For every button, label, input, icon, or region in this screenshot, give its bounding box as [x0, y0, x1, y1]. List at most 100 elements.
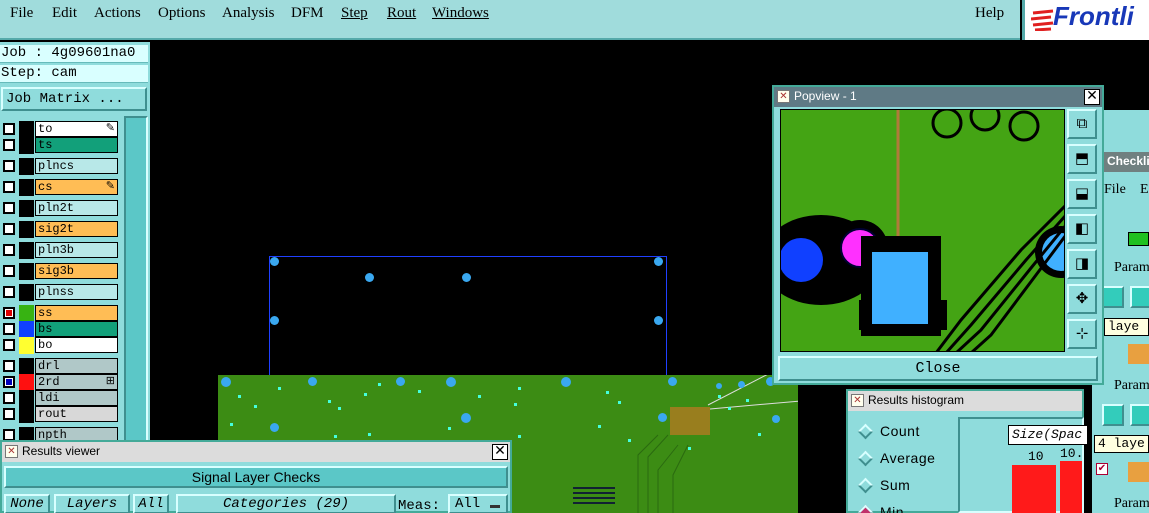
layer-color-swatch[interactable]: [19, 406, 34, 423]
run-all-icon-2[interactable]: [1130, 404, 1149, 426]
menu-options[interactable]: Options: [158, 5, 206, 22]
layer-color-swatch[interactable]: [19, 337, 34, 354]
pan-down-icon[interactable]: ⬓: [1067, 179, 1097, 209]
radio-count[interactable]: [857, 423, 874, 440]
run-all-icon[interactable]: [1130, 286, 1149, 308]
option-count[interactable]: Count: [856, 421, 920, 443]
check-mark-icon[interactable]: ✔: [1096, 463, 1108, 475]
menu-dfm[interactable]: DFM: [291, 5, 324, 22]
layer-row-drl[interactable]: drl: [0, 358, 122, 375]
settings-icon-2[interactable]: [1128, 462, 1149, 482]
menu-rout[interactable]: Rout: [387, 5, 416, 22]
layer-color-swatch[interactable]: [19, 158, 34, 175]
zoom-fit-icon[interactable]: ⧉: [1067, 109, 1097, 139]
layer-name[interactable]: pln2t: [35, 200, 118, 216]
run-icon-2[interactable]: [1102, 404, 1124, 426]
checklist-layer-1[interactable]: laye: [1104, 318, 1149, 336]
zoom-out-icon[interactable]: ⊹: [1067, 319, 1097, 349]
checklist-layer-2[interactable]: 4 laye: [1094, 435, 1149, 453]
radio-sum[interactable]: [857, 477, 874, 494]
checklist-menu-e[interactable]: E: [1140, 182, 1149, 198]
layer-name[interactable]: to ✎: [35, 121, 118, 137]
layer-color-swatch[interactable]: [19, 390, 34, 407]
option-min[interactable]: Min: [856, 502, 904, 513]
layer-checkbox[interactable]: [3, 181, 15, 193]
layer-name[interactable]: drl: [35, 358, 118, 374]
popview-close-button[interactable]: Close: [778, 356, 1098, 381]
job-matrix-button[interactable]: Job Matrix ...: [1, 87, 147, 111]
layer-checkbox[interactable]: [3, 160, 15, 172]
zoom-in-icon[interactable]: ✥: [1067, 284, 1097, 314]
pan-right-icon[interactable]: ◨: [1067, 249, 1097, 279]
categories-button[interactable]: Categories (29): [176, 494, 396, 513]
layer-color-swatch[interactable]: [19, 121, 34, 138]
histogram-bar-2[interactable]: [1060, 461, 1082, 513]
layer-row-pln2t[interactable]: pln2t: [0, 200, 122, 217]
layer-row-ts[interactable]: ts: [0, 137, 122, 154]
pan-up-icon[interactable]: ⬒: [1067, 144, 1097, 174]
layer-row-bo[interactable]: bo: [0, 337, 122, 354]
layer-name[interactable]: sig2t: [35, 221, 118, 237]
layer-name[interactable]: ldi: [35, 390, 118, 406]
layer-color-swatch[interactable]: [19, 242, 34, 259]
popview-titlebar[interactable]: ✕ Popview - 1: [774, 87, 1102, 107]
layer-color-swatch[interactable]: [19, 137, 34, 154]
layer-row-2rd[interactable]: 2rd ⊞: [0, 374, 122, 391]
layer-color-swatch[interactable]: [19, 263, 34, 280]
layer-checkbox[interactable]: [3, 286, 15, 298]
layer-color-swatch[interactable]: [19, 284, 34, 301]
menu-step[interactable]: Step: [341, 5, 368, 22]
option-average[interactable]: Average: [856, 448, 935, 470]
layer-row-sig2t[interactable]: sig2t: [0, 221, 122, 238]
pan-left-icon[interactable]: ◧: [1067, 214, 1097, 244]
layer-row-pln3b[interactable]: pln3b: [0, 242, 122, 259]
layer-checkbox[interactable]: [3, 408, 15, 420]
menu-windows[interactable]: Windows: [432, 5, 489, 22]
layer-row-ldi[interactable]: ldi: [0, 390, 122, 407]
layer-checkbox[interactable]: [3, 265, 15, 277]
layer-name[interactable]: bs: [35, 321, 118, 337]
layer-name[interactable]: ss: [35, 305, 118, 321]
layer-name[interactable]: ts: [35, 137, 118, 153]
layer-row-ss[interactable]: ss: [0, 305, 122, 322]
menu-actions[interactable]: Actions: [94, 5, 141, 22]
menu-help[interactable]: Help: [975, 5, 1004, 22]
layer-row-cs[interactable]: cs ✎: [0, 179, 122, 196]
layer-color-swatch[interactable]: [19, 358, 34, 375]
layer-checkbox[interactable]: [3, 392, 15, 404]
layer-name[interactable]: 2rd ⊞: [35, 374, 118, 390]
option-sum[interactable]: Sum: [856, 475, 910, 497]
layer-color-swatch[interactable]: [19, 200, 34, 217]
layer-row-sig3b[interactable]: sig3b: [0, 263, 122, 280]
run-icon[interactable]: [1102, 286, 1124, 308]
window-menu-icon[interactable]: ✕: [777, 90, 790, 103]
settings-icon[interactable]: [1128, 344, 1149, 364]
layer-checkbox[interactable]: [3, 376, 15, 388]
layer-checkbox[interactable]: [3, 123, 15, 135]
histogram-titlebar[interactable]: ✕ Results histogram: [848, 391, 1082, 411]
layer-checkbox[interactable]: [3, 202, 15, 214]
results-viewer-titlebar[interactable]: ✕ Results viewer: [2, 442, 510, 462]
layer-row-rout[interactable]: rout: [0, 406, 122, 423]
layer-checkbox[interactable]: [3, 139, 15, 151]
menu-file[interactable]: File: [10, 5, 33, 22]
layers-button[interactable]: Layers: [54, 494, 130, 513]
layer-checkbox[interactable]: [3, 339, 15, 351]
layer-checkbox[interactable]: [3, 360, 15, 372]
layer-color-swatch[interactable]: [19, 321, 34, 338]
layer-row-bs[interactable]: bs: [0, 321, 122, 338]
histogram-bar-1[interactable]: [1012, 465, 1056, 513]
layer-checkbox[interactable]: [3, 223, 15, 235]
layer-name[interactable]: rout: [35, 406, 118, 422]
layer-color-swatch[interactable]: [19, 221, 34, 238]
layer-row-plncs[interactable]: plncs: [0, 158, 122, 175]
results-viewer-close-icon[interactable]: ✕: [492, 444, 508, 460]
window-menu-icon[interactable]: ✕: [851, 394, 864, 407]
layer-name[interactable]: plnss: [35, 284, 118, 300]
layer-name[interactable]: sig3b: [35, 263, 118, 279]
layer-name[interactable]: plncs: [35, 158, 118, 174]
layer-checkbox[interactable]: [3, 323, 15, 335]
select-none-button[interactable]: None: [4, 494, 50, 513]
menu-analysis[interactable]: Analysis: [222, 5, 275, 22]
select-all-button[interactable]: All: [133, 494, 169, 513]
